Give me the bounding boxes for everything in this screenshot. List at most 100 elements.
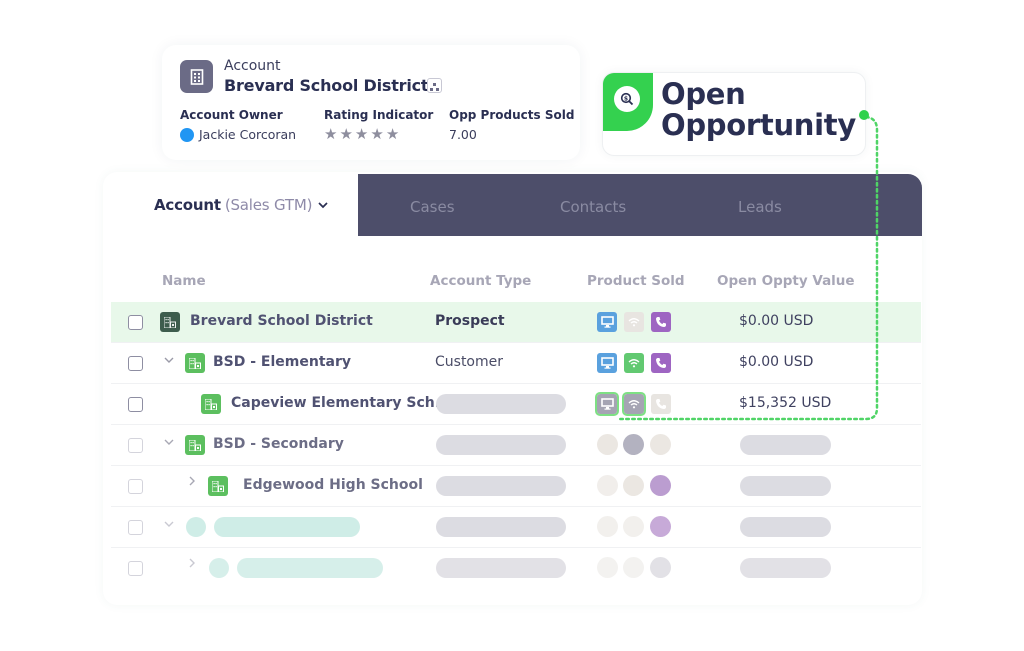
star-icon: ★	[354, 125, 369, 143]
wifi-icon	[624, 312, 644, 332]
building-icon	[160, 312, 180, 332]
desktop-icon	[597, 312, 617, 332]
star-icon: ★	[339, 125, 353, 143]
badge-accent: $	[603, 73, 653, 131]
row-checkbox[interactable]	[128, 315, 143, 330]
badge-title: Open Opportunity	[661, 77, 856, 142]
chevron-right-icon[interactable]	[189, 558, 196, 571]
placeholder-value	[740, 476, 831, 496]
placeholder-product-dot	[597, 557, 618, 578]
placeholder-value	[740, 517, 831, 537]
account-name-link[interactable]: BSD - Elementary	[213, 354, 351, 370]
tab-leads[interactable]: Leads	[738, 198, 782, 216]
star-icon: ★	[385, 125, 400, 143]
star-icon: ★	[370, 125, 384, 143]
tab-strip: Cases Contacts Leads	[358, 174, 922, 236]
column-header-name[interactable]: Name	[162, 273, 206, 289]
placeholder-product-dot	[623, 557, 644, 578]
account-name-link[interactable]: Capeview Elementary Sch.	[231, 395, 440, 411]
placeholder-name	[214, 517, 360, 537]
placeholder-account-type	[436, 435, 566, 455]
open-oppty-value: $15,352 USD	[739, 395, 832, 411]
chevron-down-icon[interactable]	[164, 518, 174, 531]
placeholder-icon	[209, 558, 229, 578]
open-oppty-value: $0.00 USD	[739, 313, 814, 329]
phone-icon	[651, 312, 671, 332]
field-value: 7.00	[449, 127, 477, 142]
field-label: Account Owner	[180, 108, 283, 122]
chevron-down-icon[interactable]	[164, 436, 174, 449]
placeholder-product-dot	[650, 557, 671, 578]
account-name-link[interactable]: Edgewood High School	[243, 477, 423, 493]
hierarchy-button[interactable]	[427, 78, 442, 93]
table-row[interactable]: BSD - Elementary Customer $0.00 USD	[111, 343, 921, 384]
column-header-product-sold[interactable]: Product Sold	[587, 273, 685, 289]
tab-account-sales-gtm[interactable]: Account (Sales GTM)	[154, 196, 328, 214]
account-type: Prospect	[435, 313, 505, 329]
row-checkbox[interactable]	[128, 561, 143, 576]
placeholder-value	[740, 558, 831, 578]
placeholder-value	[740, 435, 831, 455]
placeholder-account-type	[436, 558, 566, 578]
building-icon	[201, 394, 221, 414]
column-header-open-oppty-value[interactable]: Open Oppty Value	[717, 273, 855, 289]
placeholder-product-dot	[650, 516, 671, 537]
owner-name-link[interactable]: Jackie Corcoran	[199, 127, 296, 142]
placeholder-icon	[186, 517, 206, 537]
building-icon	[185, 435, 205, 455]
svg-text:$: $	[624, 95, 628, 102]
table-row[interactable]: BSD - Secondary	[111, 425, 921, 466]
table-row[interactable]: Capeview Elementary Sch. $15,352 USD	[111, 384, 921, 425]
chevron-down-icon[interactable]	[164, 354, 174, 367]
wifi-icon	[624, 353, 644, 373]
dollar-search-icon: $	[614, 86, 640, 112]
table-row[interactable]: Brevard School District Prospect $0.00 U…	[111, 302, 921, 343]
table-row[interactable]	[111, 548, 921, 589]
record-type-label: Account	[224, 58, 281, 74]
building-icon	[180, 60, 213, 93]
placeholder-product-dot	[597, 434, 618, 455]
placeholder-product-dot	[650, 475, 671, 496]
account-name-link[interactable]: BSD - Secondary	[213, 436, 344, 452]
placeholder-account-type	[436, 394, 566, 414]
placeholder-name	[237, 558, 383, 578]
placeholder-product-dot	[597, 516, 618, 537]
desktop-icon	[595, 392, 619, 416]
account-name-link[interactable]: Brevard School District	[190, 313, 373, 329]
field-label: Opp Products Sold	[449, 108, 575, 122]
field-opp-products-sold: Opp Products Sold 7.00	[449, 108, 574, 142]
phone-icon	[651, 394, 671, 414]
row-checkbox[interactable]	[128, 520, 143, 535]
tab-contacts[interactable]: Contacts	[560, 198, 626, 216]
connector-endpoint-dot	[859, 110, 869, 120]
table-row[interactable]: Edgewood High School	[111, 466, 921, 507]
placeholder-product-dot	[597, 475, 618, 496]
row-checkbox[interactable]	[128, 479, 143, 494]
row-checkbox[interactable]	[128, 438, 143, 453]
account-type: Customer	[435, 354, 504, 370]
table-row[interactable]	[111, 507, 921, 548]
building-icon	[208, 476, 228, 496]
field-rating-indicator: Rating Indicator ★ ★ ★ ★ ★	[324, 108, 433, 142]
star-icon: ★	[324, 125, 338, 143]
row-checkbox[interactable]	[128, 356, 143, 371]
rating-stars: ★ ★ ★ ★ ★	[324, 127, 433, 142]
placeholder-account-type	[436, 517, 566, 537]
tab-cases[interactable]: Cases	[410, 198, 455, 216]
placeholder-account-type	[436, 476, 566, 496]
building-icon	[185, 353, 205, 373]
account-header-card: Account Brevard School District Account …	[162, 45, 580, 160]
row-checkbox[interactable]	[128, 397, 143, 412]
placeholder-product-dot	[650, 434, 671, 455]
field-label: Rating Indicator	[324, 108, 434, 122]
open-opportunity-badge: $ Open Opportunity	[602, 72, 866, 156]
phone-icon	[651, 353, 671, 373]
placeholder-product-dot	[623, 516, 644, 537]
column-header-account-type[interactable]: Account Type	[430, 273, 531, 289]
owner-avatar	[180, 127, 194, 142]
chevron-down-icon	[318, 199, 328, 212]
chevron-right-icon[interactable]	[189, 476, 196, 489]
field-account-owner: Account Owner Jackie Corcoran	[180, 108, 296, 142]
open-oppty-value: $0.00 USD	[739, 354, 814, 370]
wifi-icon	[622, 392, 646, 416]
